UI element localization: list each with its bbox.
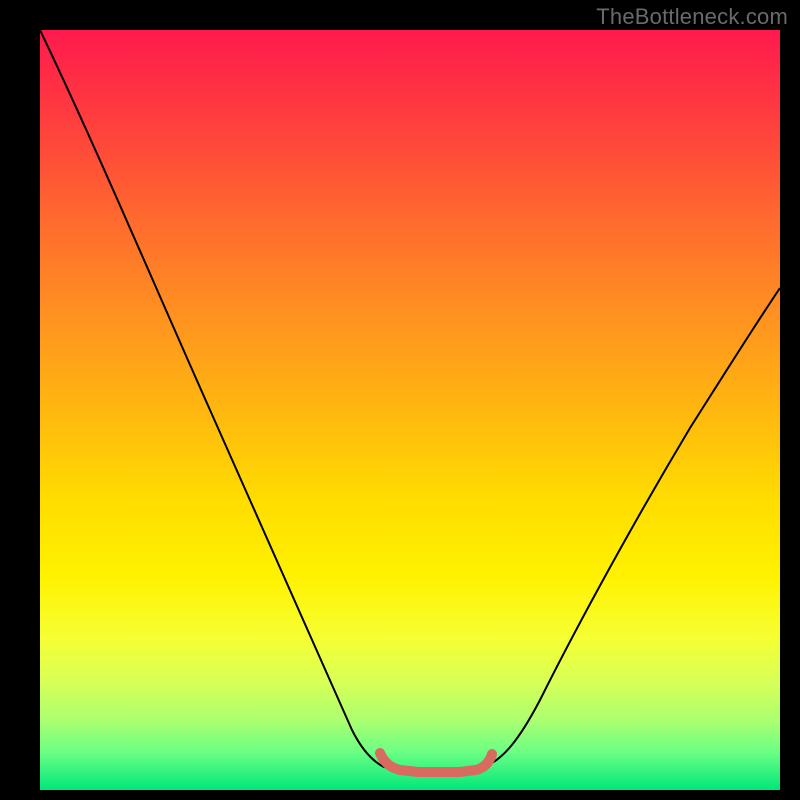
valley-marker xyxy=(380,753,492,772)
curve-layer xyxy=(40,30,780,790)
chart-frame: TheBottleneck.com xyxy=(0,0,800,800)
watermark-text: TheBottleneck.com xyxy=(596,4,788,30)
bottleneck-curve xyxy=(40,30,780,771)
plot-area xyxy=(40,30,780,790)
